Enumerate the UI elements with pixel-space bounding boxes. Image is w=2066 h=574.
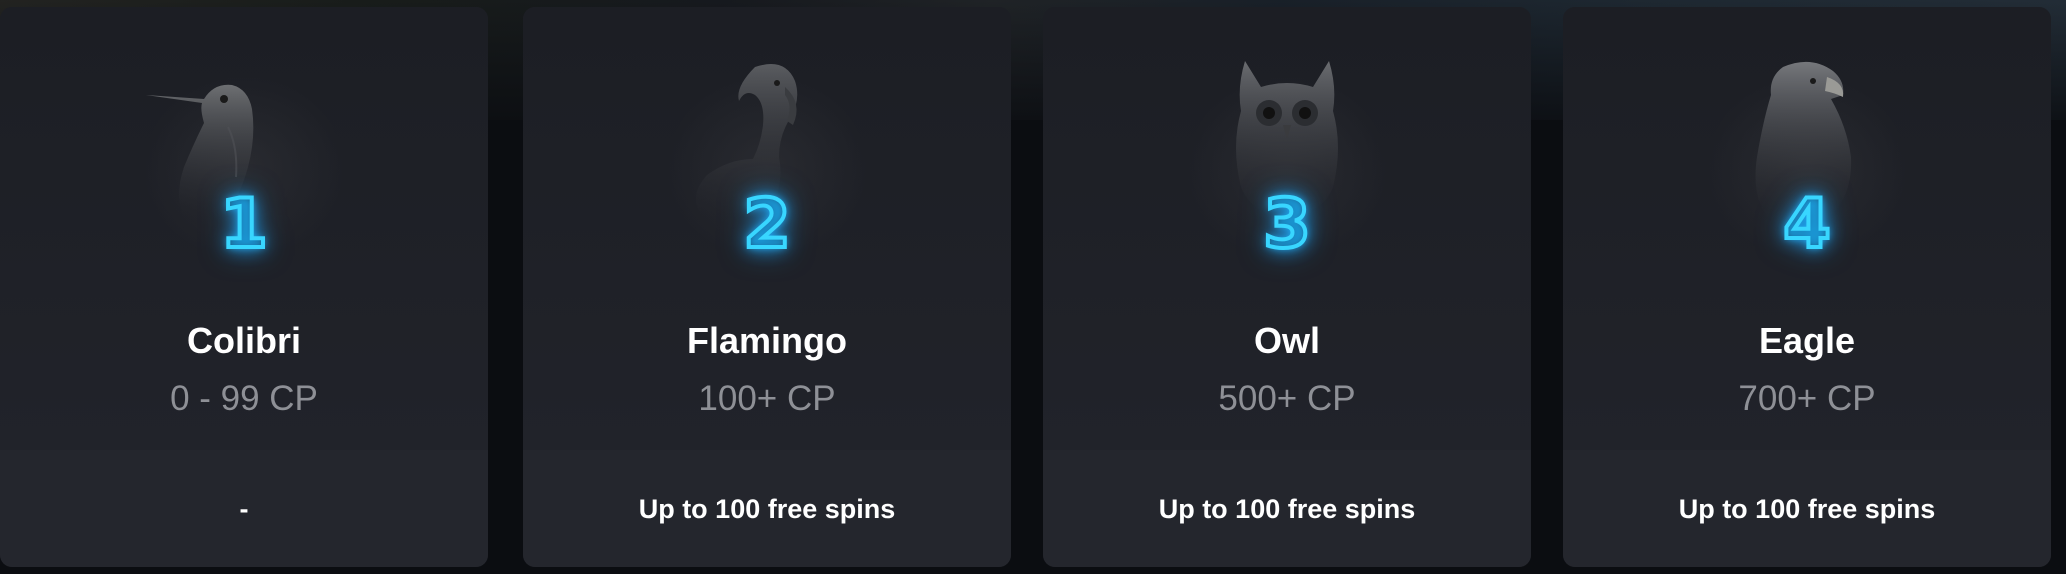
tier-card-colibri: 1 Colibri 0 - 99 CP - — [0, 7, 488, 567]
tier-cards: 1 Colibri 0 - 99 CP - 2 Flamingo 100+ CP… — [0, 7, 2066, 567]
level-number: 4 — [1781, 183, 1832, 266]
level-number: 3 — [1261, 183, 1312, 266]
tier-cp-range: 100+ CP — [698, 379, 836, 418]
tier-name: Flamingo — [687, 320, 847, 361]
tier-card-owl: 3 Owl 500+ CP Up to 100 free spins — [1043, 7, 1531, 567]
tier-name: Eagle — [1758, 320, 1856, 361]
tier-card-header: 2 Flamingo 100+ CP — [523, 7, 1011, 450]
level-number: 1 — [218, 183, 269, 266]
tier-card-header: 4 Eagle 700+ CP — [1563, 7, 2051, 450]
tier-card-footer: - — [0, 450, 488, 567]
tier-card-footer: Up to 100 free spins — [1563, 450, 2051, 567]
tier-card-eagle: 4 Eagle 700+ CP Up to 100 free spins — [1563, 7, 2051, 567]
tier-reward: Up to 100 free spins — [638, 494, 896, 524]
tier-reward: Up to 100 free spins — [1158, 494, 1416, 524]
tier-reward: Up to 100 free spins — [1678, 494, 1936, 524]
tier-cp-range: 0 - 99 CP — [170, 379, 318, 418]
tier-name: Owl — [1253, 320, 1320, 361]
tier-name: Colibri — [187, 320, 301, 361]
tier-card-flamingo: 2 Flamingo 100+ CP Up to 100 free spins — [523, 7, 1011, 567]
tier-card-footer: Up to 100 free spins — [1043, 450, 1531, 567]
tier-cp-range: 700+ CP — [1738, 379, 1876, 418]
tier-card-footer: Up to 100 free spins — [523, 450, 1011, 567]
level-number: 2 — [741, 183, 792, 266]
tier-card-header: 3 Owl 500+ CP — [1043, 7, 1531, 450]
tier-reward: - — [239, 494, 249, 524]
tier-card-header: 1 Colibri 0 - 99 CP — [0, 7, 488, 450]
tier-cp-range: 500+ CP — [1218, 379, 1356, 418]
